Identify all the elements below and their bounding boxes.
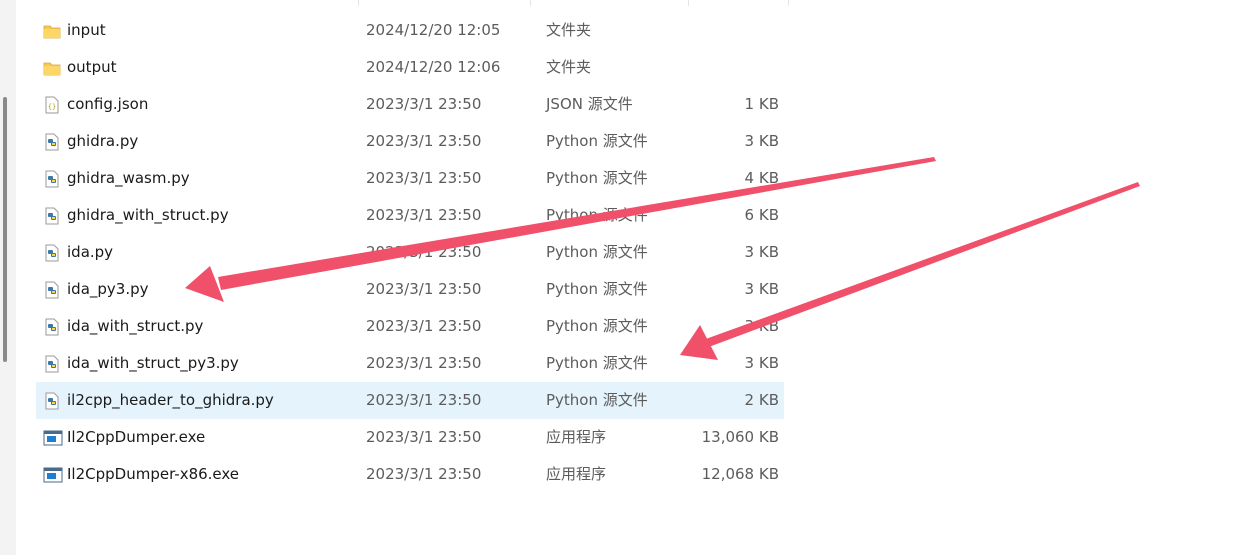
file-size: 3 KB <box>744 354 779 372</box>
file-row[interactable]: ghidra_wasm.py 2023/3/1 23:50 Python 源文件 4 … <box>36 160 784 197</box>
file-modified-date: 2023/3/1 23:50 <box>366 95 482 113</box>
file-size: 6 KB <box>744 206 779 224</box>
file-modified-date: 2023/3/1 23:50 <box>366 169 482 187</box>
file-name: config.json <box>67 95 149 113</box>
file-row[interactable]: output 2024/12/20 12:06 文件夹 <box>36 49 784 86</box>
file-type: Python 源文件 <box>546 206 648 224</box>
navigation-pane-edge <box>0 0 16 555</box>
python-file-icon <box>43 392 61 410</box>
file-type: 文件夹 <box>546 58 592 76</box>
python-file-icon <box>43 318 61 336</box>
file-row[interactable]: ida.py 2023/3/1 23:50 Python 源文件 3 KB <box>36 234 784 271</box>
file-name: ghidra_with_struct.py <box>67 206 229 224</box>
file-row[interactable]: ghidra.py 2023/3/1 23:50 Python 源文件 3 KB <box>36 123 784 160</box>
exe-file-icon <box>43 429 63 447</box>
python-file-icon <box>43 133 61 151</box>
file-size: 3 KB <box>744 132 779 150</box>
file-name: ida_py3.py <box>67 280 149 298</box>
file-name: ida_with_struct.py <box>67 317 204 335</box>
file-modified-date: 2023/3/1 23:50 <box>366 206 482 224</box>
file-modified-date: 2023/3/1 23:50 <box>366 243 482 261</box>
column-divider[interactable] <box>530 0 531 6</box>
file-name: Il2CppDumper-x86.exe <box>67 465 240 483</box>
file-modified-date: 2023/3/1 23:50 <box>366 428 482 446</box>
file-type: Python 源文件 <box>546 354 648 372</box>
file-modified-date: 2024/12/20 12:06 <box>366 58 501 76</box>
folder-icon <box>43 22 61 40</box>
file-modified-date: 2023/3/1 23:50 <box>366 465 482 483</box>
file-type: Python 源文件 <box>546 169 648 187</box>
file-size: 12,068 KB <box>701 465 779 483</box>
python-file-icon <box>43 281 61 299</box>
file-modified-date: 2023/3/1 23:50 <box>366 354 482 372</box>
file-row[interactable]: Il2CppDumper-x86.exe 2023/3/1 23:50 应用程序 12… <box>36 456 784 493</box>
file-size: 4 KB <box>744 169 779 187</box>
file-row[interactable]: input 2024/12/20 12:05 文件夹 <box>36 12 784 49</box>
file-name: Il2CppDumper.exe <box>67 428 206 446</box>
file-row[interactable]: ida_with_struct.py 2023/3/1 23:50 Python 源… <box>36 308 784 345</box>
file-size: 3 KB <box>744 243 779 261</box>
file-modified-date: 2023/3/1 23:50 <box>366 391 482 409</box>
file-size: 13,060 KB <box>701 428 779 446</box>
file-modified-date: 2023/3/1 23:50 <box>366 132 482 150</box>
file-size <box>676 49 779 86</box>
file-modified-date: 2023/3/1 23:50 <box>366 317 482 335</box>
file-name: input <box>67 21 106 39</box>
file-name: ghidra.py <box>67 132 139 150</box>
file-row[interactable]: ghidra_with_struct.py 2023/3/1 23:50 Pytho… <box>36 197 784 234</box>
column-divider[interactable] <box>688 0 689 6</box>
exe-file-icon <box>43 466 63 484</box>
python-file-icon <box>43 244 61 262</box>
python-file-icon <box>43 170 61 188</box>
file-type: Python 源文件 <box>546 132 648 150</box>
file-size <box>676 12 779 49</box>
file-size: 3 KB <box>744 317 779 335</box>
file-name: output <box>67 58 117 76</box>
file-modified-date: 2024/12/20 12:05 <box>366 21 501 39</box>
file-type: 应用程序 <box>546 428 607 446</box>
file-name: ida.py <box>67 243 114 261</box>
file-name: ida_with_struct_py3.py <box>67 354 239 372</box>
file-row[interactable]: ida_py3.py 2023/3/1 23:50 Python 源文件 3 KB <box>36 271 784 308</box>
file-name: ghidra_wasm.py <box>67 169 190 187</box>
file-type: Python 源文件 <box>546 280 648 298</box>
file-list: input 2024/12/20 12:05 文件夹 output 2024/12/20… <box>36 12 784 493</box>
file-row[interactable]: il2cpp_header_to_ghidra.py 2023/3/1 23:50… <box>36 382 784 419</box>
file-size: 1 KB <box>744 95 779 113</box>
python-file-icon <box>43 207 61 225</box>
column-divider[interactable] <box>788 0 789 6</box>
file-type: 应用程序 <box>546 465 607 483</box>
json-file-icon: {} <box>43 96 61 114</box>
file-size: 3 KB <box>744 280 779 298</box>
svg-text:{}: {} <box>48 103 56 111</box>
file-type: Python 源文件 <box>546 317 648 335</box>
file-type: JSON 源文件 <box>546 95 633 113</box>
scrollbar-thumb[interactable] <box>3 97 7 362</box>
file-name: il2cpp_header_to_ghidra.py <box>67 391 274 409</box>
file-row[interactable]: {} config.json 2023/3/1 23:50 JSON 源文件 1 KB <box>36 86 784 123</box>
folder-icon <box>43 59 61 77</box>
column-divider[interactable] <box>358 0 359 6</box>
file-type: 文件夹 <box>546 21 592 39</box>
python-file-icon <box>43 355 61 373</box>
file-type: Python 源文件 <box>546 243 648 261</box>
file-modified-date: 2023/3/1 23:50 <box>366 280 482 298</box>
file-row[interactable]: ida_with_struct_py3.py 2023/3/1 23:50 Pyth… <box>36 345 784 382</box>
file-size: 2 KB <box>744 391 779 409</box>
file-type: Python 源文件 <box>546 391 648 409</box>
file-row[interactable]: Il2CppDumper.exe 2023/3/1 23:50 应用程序 13,060… <box>36 419 784 456</box>
